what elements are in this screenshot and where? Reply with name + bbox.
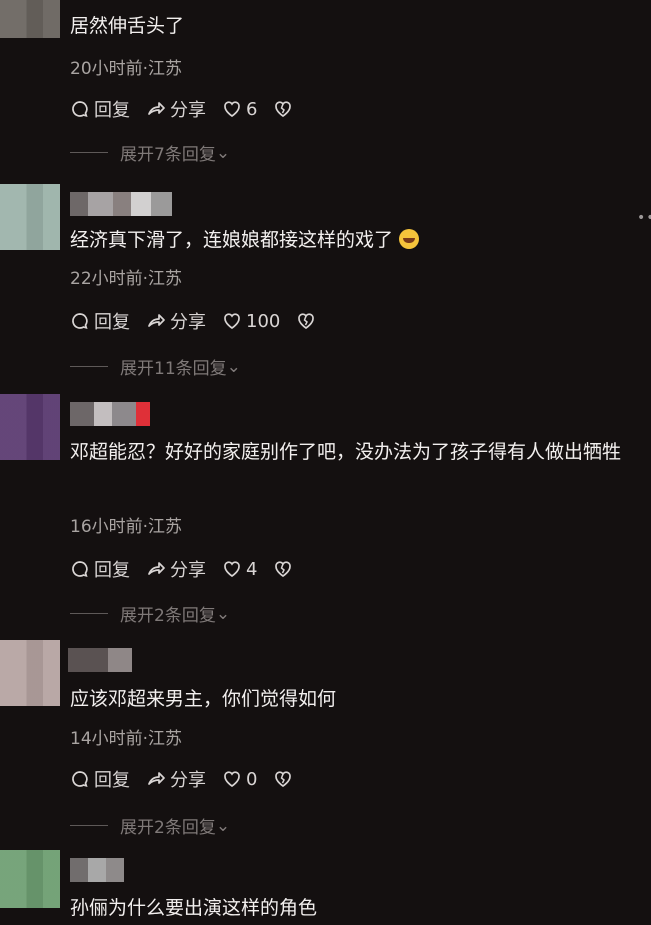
comment-item: 经济真下滑了，连娘娘都接这样的戏了 22小时前·江苏 回复 分享 100 展开1… (0, 184, 651, 384)
expand-replies-button[interactable]: 展开2条回复 ⌄ (70, 813, 230, 838)
comment-meta: 14小时前·江苏 (70, 729, 183, 749)
reply-label: 回复 (94, 560, 130, 581)
reply-icon (72, 313, 88, 330)
like-button[interactable]: 6 (222, 99, 257, 120)
share-icon (148, 314, 165, 327)
reply-label: 回复 (94, 312, 130, 333)
comment-actions: 回复 分享 4 (70, 556, 313, 582)
broken-heart-icon (298, 313, 315, 330)
share-label: 分享 (170, 770, 206, 791)
comment-actions: 回复 分享 0 (70, 766, 313, 792)
avatar[interactable] (0, 850, 60, 908)
expand-label: 展开2条回复 (120, 818, 216, 838)
comment-text: 经济真下滑了，连娘娘都接这样的戏了 (70, 224, 639, 257)
broken-heart-icon (275, 101, 292, 118)
dislike-button[interactable] (273, 769, 297, 789)
like-button[interactable]: 100 (222, 311, 280, 332)
like-count: 6 (246, 98, 258, 120)
share-button[interactable]: 分享 (146, 766, 206, 792)
comment-item: 邓超能忍？好好的家庭别作了吧，没办法为了孩子得有人做出牺牲 16小时前·江苏 回… (0, 394, 651, 634)
comment-text: 应该邓超来男主，你们觉得如何 (70, 688, 337, 710)
share-label: 分享 (170, 100, 206, 121)
comment-meta: 20小时前·江苏 (70, 59, 183, 79)
expand-replies-button[interactable]: 展开11条回复 ⌄ (70, 354, 241, 379)
comment-meta: 16小时前·江苏 (70, 517, 183, 537)
laughing-tears-emoji-icon (399, 229, 420, 249)
like-count: 4 (246, 558, 258, 580)
comment-text: 居然伸舌头了 (70, 15, 185, 37)
chevron-down-icon: ⌄ (215, 603, 231, 624)
nickname-blurred[interactable] (68, 648, 132, 672)
share-button[interactable]: 分享 (146, 556, 206, 582)
share-button[interactable]: 分享 (146, 308, 206, 334)
comment-text: 孙俪为什么要出演这样的角色 (70, 897, 318, 919)
nickname-blurred[interactable] (70, 858, 124, 882)
comment-text: 邓超能忍？好好的家庭别作了吧，没办法为了孩子得有人做出牺牲 (70, 441, 622, 463)
reply-icon (72, 771, 88, 788)
share-label: 分享 (170, 560, 206, 581)
chevron-down-icon: ⌄ (215, 815, 231, 836)
divider (70, 152, 108, 153)
comment-meta: 22小时前·江苏 (70, 269, 183, 289)
comment-actions: 回复 分享 6 (70, 96, 313, 122)
chevron-down-icon: ⌄ (215, 142, 231, 163)
reply-button[interactable]: 回复 (70, 96, 130, 122)
divider (70, 613, 108, 614)
expand-label: 展开11条回复 (120, 359, 227, 379)
nickname-blurred[interactable] (70, 192, 172, 216)
expand-replies-button[interactable]: 展开7条回复 ⌄ (70, 140, 230, 165)
dislike-button[interactable] (273, 559, 297, 579)
avatar[interactable] (0, 184, 60, 250)
heart-icon (224, 101, 240, 118)
heart-icon (224, 313, 240, 330)
divider (70, 825, 108, 826)
like-button[interactable]: 0 (222, 769, 257, 790)
expand-replies-button[interactable]: 展开2条回复 ⌄ (70, 601, 230, 626)
reply-label: 回复 (94, 770, 130, 791)
heart-icon (224, 561, 240, 578)
broken-heart-icon (275, 771, 292, 788)
reply-button[interactable]: 回复 (70, 556, 130, 582)
dislike-button[interactable] (273, 99, 297, 119)
reply-icon (72, 101, 88, 118)
like-count: 100 (246, 310, 281, 332)
heart-icon (224, 771, 240, 788)
comment-item: 孙俪为什么要出演这样的角色 (0, 850, 651, 919)
comment-item: 居然伸舌头了 20小时前·江苏 回复 分享 6 展开7条回复 ⌄ (0, 0, 651, 172)
reply-button[interactable]: 回复 (70, 766, 130, 792)
comment-item: 应该邓超来男主，你们觉得如何 14小时前·江苏 回复 分享 0 展开2条回复 ⌄ (0, 640, 651, 850)
divider (70, 366, 108, 367)
reply-label: 回复 (94, 100, 130, 121)
expand-label: 展开7条回复 (120, 145, 216, 165)
broken-heart-icon (275, 561, 292, 578)
share-icon (148, 562, 165, 575)
share-label: 分享 (170, 312, 206, 333)
share-icon (148, 102, 165, 115)
comment-actions: 回复 分享 100 (70, 308, 336, 334)
nickname-blurred[interactable] (70, 402, 150, 426)
expand-label: 展开2条回复 (120, 606, 216, 626)
reply-button[interactable]: 回复 (70, 308, 130, 334)
avatar[interactable] (0, 640, 60, 706)
avatar[interactable] (0, 394, 60, 460)
like-button[interactable]: 4 (222, 559, 257, 580)
like-count: 0 (246, 768, 258, 790)
reply-icon (72, 561, 88, 578)
share-button[interactable]: 分享 (146, 96, 206, 122)
chevron-down-icon: ⌄ (226, 356, 241, 377)
share-icon (148, 772, 165, 785)
dislike-button[interactable] (296, 311, 320, 331)
avatar[interactable] (0, 0, 60, 38)
